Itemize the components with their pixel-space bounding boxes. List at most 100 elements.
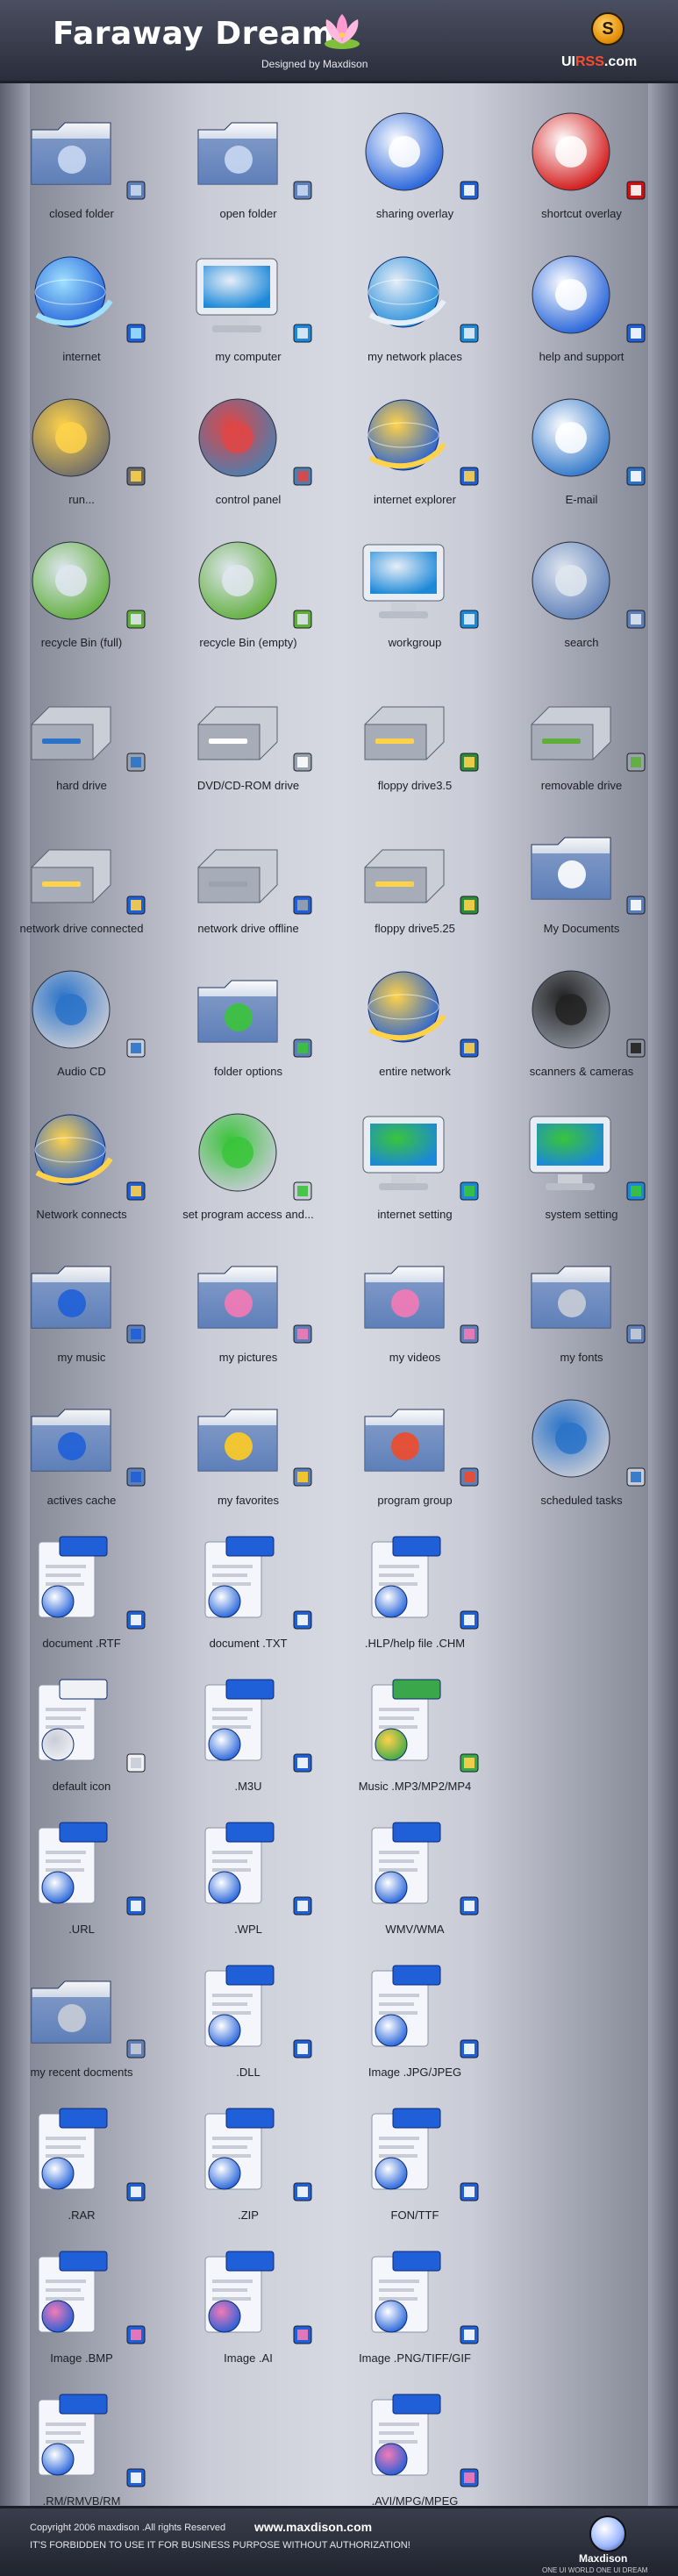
my-pictures-icon xyxy=(197,1266,278,1329)
icon-tile[interactable]: internet explorer xyxy=(333,381,496,521)
doc-rm-icon xyxy=(38,2394,108,2476)
logo-part-3: .com xyxy=(603,54,638,69)
maxdison-logo-icon xyxy=(589,2515,626,2552)
icon-tile[interactable]: .DLL xyxy=(167,1953,330,2094)
icon-tile[interactable]: Audio CD xyxy=(0,953,163,1093)
icon-tile[interactable]: my music xyxy=(0,1238,163,1379)
icon-tile[interactable]: recycle Bin (full) xyxy=(0,524,163,664)
icon-tile[interactable]: network drive offline xyxy=(167,810,330,950)
icon-tile[interactable]: WMV/WMA xyxy=(333,1810,496,1951)
icon-tile[interactable]: my fonts xyxy=(500,1238,663,1379)
icon-tile[interactable]: workgroup xyxy=(333,524,496,664)
my-documents-icon xyxy=(531,837,611,900)
globe-icon-small xyxy=(126,324,146,343)
actives-cache-icon-small xyxy=(126,1467,146,1487)
icon-tile[interactable]: .AVI/MPG/MPEG xyxy=(333,2382,496,2522)
icon-tile[interactable]: Image .JPG/JPEG xyxy=(333,1953,496,2094)
icon-tile[interactable]: document .RTF xyxy=(0,1524,163,1665)
icon-label: my computer xyxy=(215,350,282,363)
icon-tile xyxy=(167,2382,330,2522)
icon-tile[interactable]: sharing overlay xyxy=(333,95,496,235)
icon-label: search xyxy=(564,636,599,649)
icon-label: my videos xyxy=(389,1351,441,1364)
icon-label: scanners & cameras xyxy=(529,1065,634,1078)
icon-tile[interactable]: control panel xyxy=(167,381,330,521)
icon-tile[interactable]: floppy drive5.25 xyxy=(333,810,496,950)
icon-tile[interactable]: internet setting xyxy=(333,1095,496,1236)
icon-tile[interactable]: shortcut overlay xyxy=(500,95,663,235)
icon-tile[interactable]: .WPL xyxy=(167,1810,330,1951)
icon-label: actives cache xyxy=(46,1494,117,1507)
icon-tile[interactable]: my videos xyxy=(333,1238,496,1379)
icon-tile[interactable]: my network places xyxy=(333,238,496,378)
icon-tile[interactable]: Music .MP3/MP2/MP4 xyxy=(333,1667,496,1808)
icon-tile[interactable]: DVD/CD-ROM drive xyxy=(167,667,330,807)
icon-tile xyxy=(500,1524,663,1665)
hard-drive-icon xyxy=(31,706,111,760)
icon-tile[interactable]: default icon xyxy=(0,1667,163,1808)
logo-text: UIRSS.com xyxy=(561,54,637,70)
ie-icon xyxy=(368,399,446,471)
icon-tile[interactable]: actives cache xyxy=(0,1381,163,1522)
icon-tile[interactable]: .ZIP xyxy=(167,2096,330,2237)
audio-cd-icon xyxy=(32,970,111,1049)
icon-tile[interactable]: Network connects xyxy=(0,1095,163,1236)
doc-zip-icon-small xyxy=(293,2182,312,2201)
icon-tile[interactable]: FON/TTF xyxy=(333,2096,496,2237)
icon-label: entire network xyxy=(379,1065,451,1078)
icon-tile[interactable]: recycle Bin (empty) xyxy=(167,524,330,664)
icon-tile[interactable]: .RAR xyxy=(0,2096,163,2237)
icon-tile[interactable]: system setting xyxy=(500,1095,663,1236)
icon-tile[interactable]: .HLP/help file .CHM xyxy=(333,1524,496,1665)
doc-url-icon xyxy=(38,1822,108,1904)
icon-tile[interactable]: run... xyxy=(0,381,163,521)
icon-tile[interactable]: my favorites xyxy=(167,1381,330,1522)
icon-tile[interactable]: Image .PNG/TIFF/GIF xyxy=(333,2239,496,2380)
icon-tile[interactable]: floppy drive3.5 xyxy=(333,667,496,807)
floppy-icon-small xyxy=(460,753,479,772)
icon-tile[interactable]: program group xyxy=(333,1381,496,1522)
globe-icon xyxy=(34,256,113,328)
icon-tile[interactable]: entire network xyxy=(333,953,496,1093)
folder-closed-icon-small xyxy=(126,181,146,200)
icon-tile[interactable]: search xyxy=(500,524,663,664)
hard-drive-icon-small xyxy=(126,753,146,772)
icon-tile[interactable]: .RM/RMVB/RM xyxy=(0,2382,163,2522)
icon-tile[interactable]: removable drive xyxy=(500,667,663,807)
icon-tile[interactable]: E-mail xyxy=(500,381,663,521)
floppy-icon xyxy=(364,706,445,760)
icon-label: Image .JPG/JPEG xyxy=(368,2066,462,2079)
stopwatch-icon xyxy=(532,1399,610,1478)
sharing-overlay-icon-small xyxy=(460,181,479,200)
network-drive-icon-small xyxy=(126,896,146,915)
icon-tile[interactable]: My Documents xyxy=(500,810,663,950)
icon-label: hard drive xyxy=(56,779,107,792)
icon-label: Music .MP3/MP2/MP4 xyxy=(358,1780,472,1793)
icon-tile[interactable]: open folder xyxy=(167,95,330,235)
icon-tile[interactable]: network drive connected xyxy=(0,810,163,950)
icon-tile[interactable]: Image .AI xyxy=(167,2239,330,2380)
icon-tile[interactable]: .M3U xyxy=(167,1667,330,1808)
favorites-star-icon-small xyxy=(293,1467,312,1487)
icon-tile[interactable]: document .TXT xyxy=(167,1524,330,1665)
icon-tile[interactable]: scheduled tasks xyxy=(500,1381,663,1522)
help-icon xyxy=(532,255,610,334)
icon-tile[interactable]: internet xyxy=(0,238,163,378)
my-videos-icon-small xyxy=(460,1324,479,1344)
icon-tile[interactable]: closed folder xyxy=(0,95,163,235)
icon-tile[interactable]: my pictures xyxy=(167,1238,330,1379)
icon-tile[interactable]: scanners & cameras xyxy=(500,953,663,1093)
icon-tile[interactable]: .URL xyxy=(0,1810,163,1951)
website-link[interactable]: www.maxdison.com xyxy=(254,2520,372,2534)
icon-tile[interactable]: folder options xyxy=(167,953,330,1093)
icon-tile[interactable]: my computer xyxy=(167,238,330,378)
network-drive-icon xyxy=(31,849,111,903)
camera-icon-small xyxy=(626,1038,646,1058)
icon-tile[interactable]: hard drive xyxy=(0,667,163,807)
icon-label: Image .PNG/TIFF/GIF xyxy=(359,2351,471,2365)
floppy-525-icon xyxy=(364,849,445,903)
icon-tile[interactable]: my recent docments xyxy=(0,1953,163,2094)
icon-tile[interactable]: set program access and... xyxy=(167,1095,330,1236)
icon-tile[interactable]: help and support xyxy=(500,238,663,378)
icon-tile[interactable]: Image .BMP xyxy=(0,2239,163,2380)
